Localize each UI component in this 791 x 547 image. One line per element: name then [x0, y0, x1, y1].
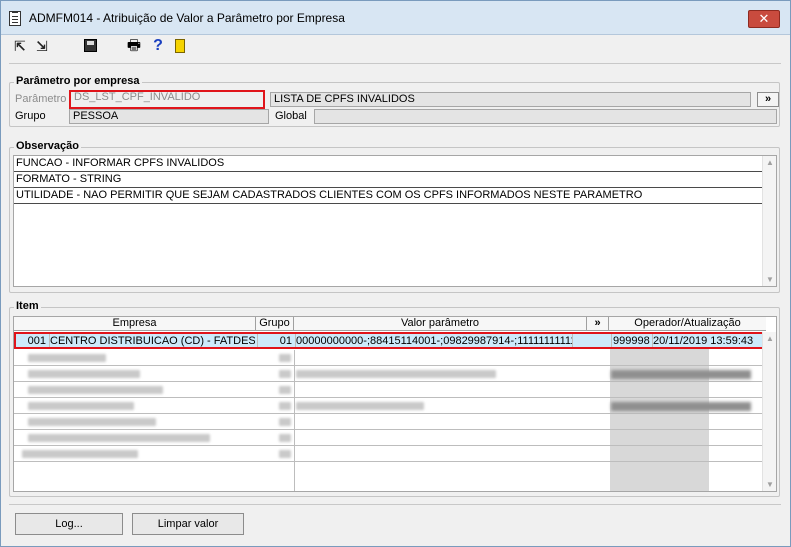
item-grid-scrollbar[interactable]: ▲ ▼: [762, 332, 776, 491]
observacao-line: UTILIDADE - NAO PERMITIR QUE SEJAM CADAS…: [14, 188, 762, 204]
item-group: Item Empresa Grupo Valor parâmetro » Ope…: [9, 300, 780, 497]
grid-header: Empresa Grupo Valor parâmetro » Operador…: [14, 317, 766, 331]
parametro-description: LISTA DE CPFS INVALIDOS: [270, 92, 751, 107]
parametro-lookup-button[interactable]: »: [757, 92, 779, 107]
table-row[interactable]: 001 CENTRO DISTRIBUICAO (CD) - FATDES 01…: [14, 332, 766, 349]
save-icon[interactable]: [81, 37, 99, 55]
parametro-input[interactable]: DS_LST_CPF_INVALIDO: [69, 90, 265, 109]
observacao-group: Observação FUNCAO - INFORMAR CPFS INVALI…: [9, 140, 780, 293]
parametro-group: Parâmetro por empresa Parâmetro DS_LST_C…: [9, 75, 780, 127]
redacted-row: [14, 430, 766, 446]
scroll-up-arrow-icon[interactable]: ▲: [766, 334, 774, 343]
column-header-operador[interactable]: Operador/Atualização: [609, 317, 766, 331]
row-grupo: 01: [279, 335, 292, 347]
row-valor[interactable]: 00000000000-;88415114001-;09829987914-;1…: [296, 334, 572, 349]
window-title: ADMFM014 - Atribuição de Valor a Parâmet…: [29, 11, 345, 25]
parametro-group-label: Parâmetro por empresa: [14, 75, 142, 87]
redacted-row: [14, 350, 766, 366]
parametro-label: Parâmetro: [15, 93, 67, 105]
application-window: ADMFM014 - Atribuição de Valor a Parâmet…: [0, 0, 791, 547]
log-button[interactable]: Log...: [15, 513, 123, 535]
redacted-row: [14, 366, 766, 382]
column-header-valor[interactable]: Valor parâmetro: [294, 317, 587, 331]
footer-divider: [9, 504, 781, 505]
observacao-line: FUNCAO - INFORMAR CPFS INVALIDOS: [14, 156, 762, 172]
last-record-icon[interactable]: ⇲: [33, 37, 51, 55]
row-empresa: CENTRO DISTRIBUICAO (CD) - FATDES: [50, 335, 255, 347]
observacao-group-label: Observação: [14, 140, 81, 152]
document-icon: [9, 11, 21, 26]
global-field: [314, 109, 777, 124]
toolbar-divider: [9, 63, 781, 64]
first-record-icon[interactable]: ⇱: [11, 37, 29, 55]
observacao-line: FORMATO - STRING: [14, 172, 762, 188]
row-codigo: 001: [27, 335, 46, 347]
grupo-label: Grupo: [15, 110, 46, 122]
row-atualizacao: 20/11/2019 13:59:43: [653, 335, 754, 347]
scroll-down-arrow-icon[interactable]: ▼: [766, 275, 774, 284]
redacted-row: [14, 382, 766, 398]
observacao-memo[interactable]: FUNCAO - INFORMAR CPFS INVALIDOS FORMATO…: [13, 155, 777, 287]
observacao-scrollbar[interactable]: ▲ ▼: [762, 156, 776, 286]
column-header-grupo[interactable]: Grupo: [256, 317, 294, 331]
redacted-row: [14, 414, 766, 430]
global-label: Global: [275, 110, 307, 122]
limpar-valor-button[interactable]: Limpar valor: [132, 513, 244, 535]
item-group-label: Item: [14, 300, 41, 312]
redacted-row: [14, 398, 766, 414]
scroll-up-arrow-icon[interactable]: ▲: [766, 158, 774, 167]
printer-icon[interactable]: 🖶: [125, 37, 143, 55]
item-grid[interactable]: Empresa Grupo Valor parâmetro » Operador…: [13, 316, 777, 492]
column-expand-button[interactable]: »: [587, 317, 609, 331]
scroll-down-arrow-icon[interactable]: ▼: [766, 480, 774, 489]
column-header-empresa[interactable]: Empresa: [14, 317, 256, 331]
grupo-field: PESSOA: [69, 109, 269, 124]
redacted-row: [14, 446, 766, 462]
close-button[interactable]: ✕: [748, 10, 780, 28]
title-bar: ADMFM014 - Atribuição de Valor a Parâmet…: [1, 1, 790, 35]
exit-door-icon[interactable]: [171, 37, 189, 55]
row-operador: 999998: [613, 335, 650, 347]
help-icon[interactable]: ?: [149, 37, 167, 55]
